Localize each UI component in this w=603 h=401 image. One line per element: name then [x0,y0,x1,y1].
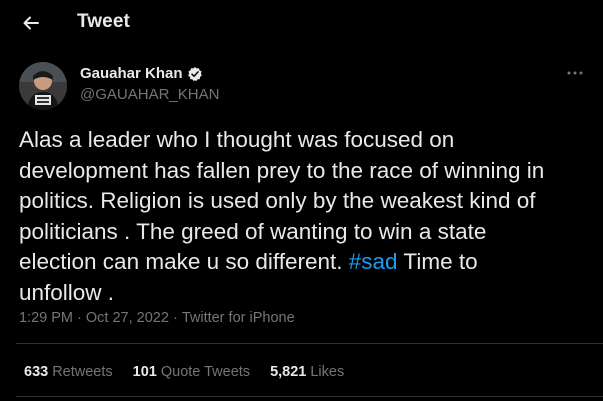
arrow-left-icon [23,16,39,30]
verified-badge-icon [187,66,202,81]
author-row: Gauahar Khan [80,65,203,82]
more-options-button[interactable] [565,66,585,80]
tweet-header: Tweet [0,0,603,46]
tweet-meta: 1:29 PM · Oct 27, 2022 · Twitter for iPh… [19,310,295,326]
tweet-date[interactable]: Oct 27, 2022 [86,310,169,326]
author-name[interactable]: Gauahar Khan [80,65,183,82]
meta-separator: · [168,310,182,326]
tweet-time[interactable]: 1:29 PM [19,310,73,326]
tweet-text: Alas a leader who I thought was focused … [19,125,579,308]
engagement-stats: 633 Retweets 101 Quote Tweets 5,821 Like… [24,364,364,380]
hashtag-link[interactable]: #sad [349,249,398,274]
divider [16,343,603,344]
quote-tweets-stat[interactable]: 101 Quote Tweets [133,364,250,380]
retweets-stat[interactable]: 633 Retweets [24,364,113,380]
retweets-label: Retweets [52,364,113,380]
likes-count: 5,821 [270,364,307,380]
quote-tweets-count: 101 [132,364,157,380]
author-handle[interactable]: @GAUAHAR_KHAN [80,86,219,103]
meta-separator: · [73,310,86,326]
more-dots-icon [567,71,583,75]
quote-tweets-label: Quote Tweets [160,364,251,380]
tweet-source[interactable]: Twitter for iPhone [182,310,295,326]
back-button[interactable] [16,9,46,37]
divider [16,396,603,397]
likes-stat[interactable]: 5,821 Likes [270,364,344,380]
likes-label: Likes [310,364,345,380]
retweets-count: 633 [24,364,49,380]
avatar[interactable] [19,62,67,110]
page-title: Tweet [77,11,130,32]
profile-photo-icon [19,62,67,110]
